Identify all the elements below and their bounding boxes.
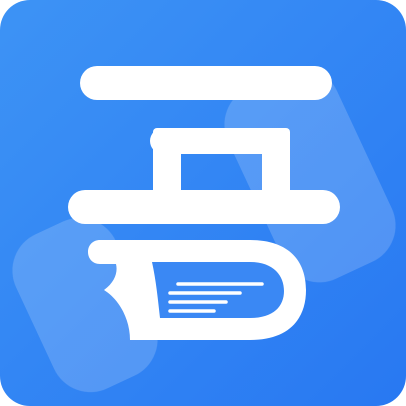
app-icon[interactable] xyxy=(0,0,406,406)
app-icon-graphic xyxy=(0,0,406,406)
